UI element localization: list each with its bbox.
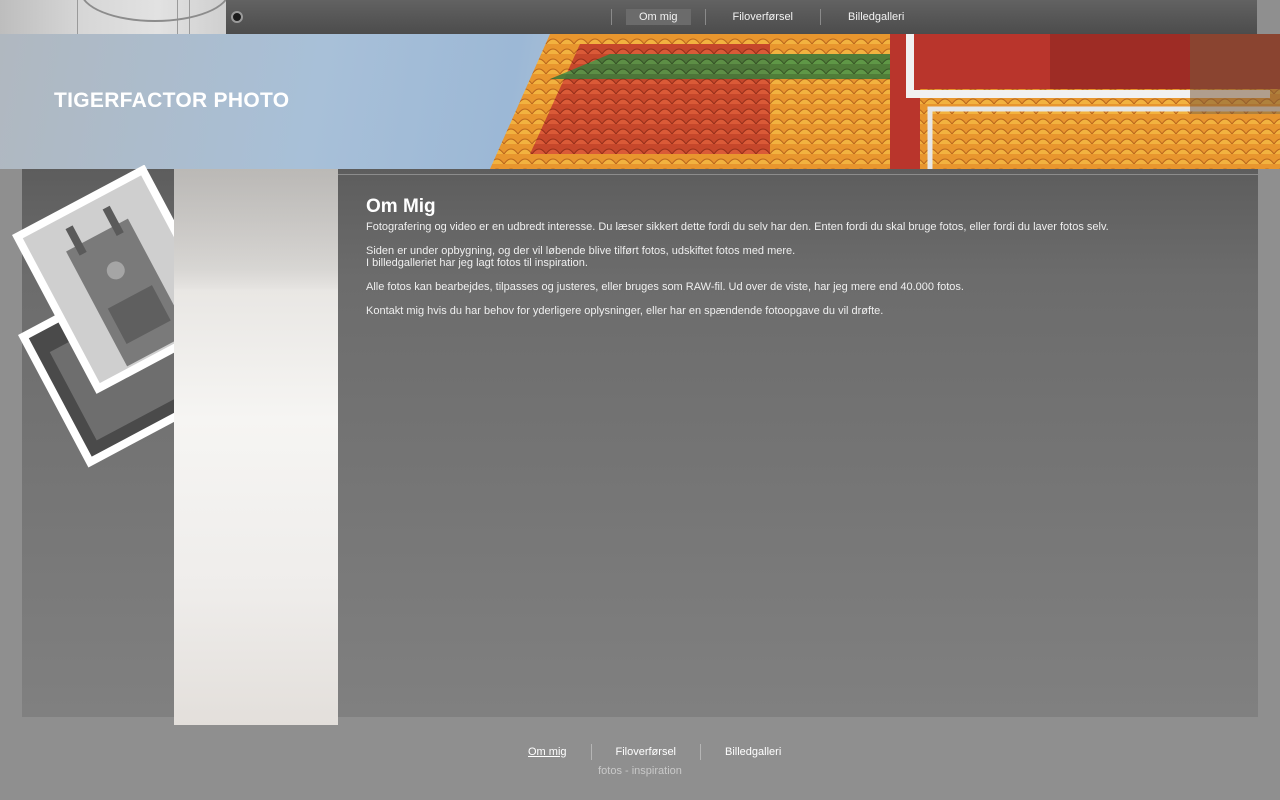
footer-item-billedgalleri: Billedgalleri <box>700 744 805 760</box>
nav-link-om-mig[interactable]: Om mig <box>626 9 691 25</box>
top-bar: Om mig Filoverførsel Billedgalleri <box>0 0 1280 34</box>
main-nav: Om mig Filoverførsel Billedgalleri <box>611 9 931 25</box>
footer-item-om-mig: Om mig <box>504 744 591 760</box>
temple-roof-image <box>490 34 1280 169</box>
footer-item-filoverforsel: Filoverførsel <box>590 744 701 760</box>
nav-link-filoverforsel[interactable]: Filoverførsel <box>720 9 807 25</box>
site-title: TIGERFACTOR PHOTO <box>54 89 290 112</box>
nav-item-billedgalleri: Billedgalleri <box>820 9 931 25</box>
nav-item-om-mig: Om mig <box>611 9 705 25</box>
footer-link-billedgalleri[interactable]: Billedgalleri <box>713 746 793 758</box>
footer-link-om-mig[interactable]: Om mig <box>516 746 579 758</box>
photo-stack-decoration <box>0 165 200 475</box>
camera-lens-icon <box>231 11 243 23</box>
paragraph-editing: Alle fotos kan bearbejdes, tilpasses og … <box>366 281 964 293</box>
main-content: Om Mig Fotografering og video er en udbr… <box>366 196 1246 317</box>
footer-tagline: fotos - inspiration <box>598 765 682 777</box>
paragraph-intro: Fotografering og video er en udbredt int… <box>366 221 1109 233</box>
paragraph-gallery-note: I billedgalleriet har jeg lagt fotos til… <box>366 257 588 269</box>
panel-divider <box>338 174 1258 175</box>
page-heading: Om Mig <box>366 196 436 217</box>
footer-nav: Om mig Filoverførsel Billedgalleri <box>504 744 805 760</box>
header-banner: TIGERFACTOR PHOTO <box>0 34 1280 169</box>
footer-link-filoverforsel[interactable]: Filoverførsel <box>604 746 689 758</box>
logo-strip <box>0 0 226 34</box>
topbar-end-cap <box>1257 0 1280 34</box>
sidebar-column <box>174 169 338 725</box>
paragraph-contact: Kontakt mig hvis du har behov for yderli… <box>366 305 884 317</box>
paragraph-under-construction: Siden er under opbygning, og der vil løb… <box>366 245 796 257</box>
nav-link-billedgalleri[interactable]: Billedgalleri <box>835 9 917 25</box>
nav-item-filoverforsel: Filoverførsel <box>704 9 821 25</box>
